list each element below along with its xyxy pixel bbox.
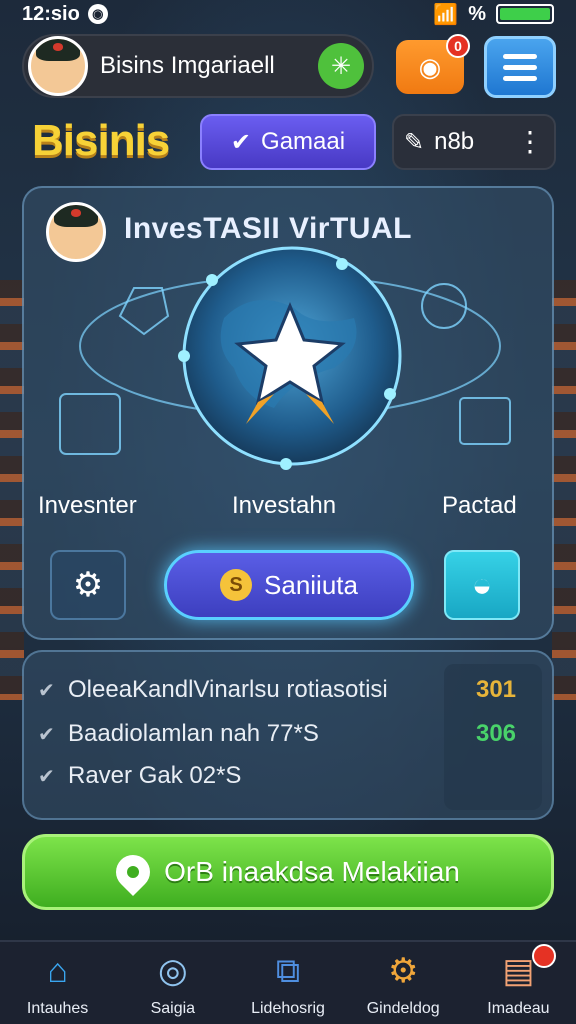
list-item[interactable]: ✔ Baadiolamlan nah 77*S 306 bbox=[38, 720, 538, 748]
card-avatar bbox=[46, 202, 106, 262]
right-wall-decoration bbox=[552, 280, 576, 700]
profile-pill[interactable]: Bisins Imgariaell ✳ bbox=[22, 34, 374, 98]
status-time: 12:sio bbox=[22, 2, 80, 25]
brand-title: Bisinis bbox=[32, 116, 170, 165]
nav-item-home[interactable]: ⌂ Intauhes bbox=[0, 942, 115, 1024]
gear-icon: ⚙ bbox=[72, 566, 104, 604]
list-item-value: 301 bbox=[475, 676, 517, 703]
wrench-icon: ✎ bbox=[404, 128, 425, 156]
menu-line bbox=[503, 64, 537, 70]
home-icon: ⌂ bbox=[47, 951, 68, 990]
percent-icon: % bbox=[468, 2, 486, 25]
notification-button[interactable]: ◉ 0 bbox=[396, 34, 470, 94]
nav-item-building[interactable]: ⚙ Gindeldog bbox=[346, 942, 461, 1024]
column-label-investahn: Investahn bbox=[232, 492, 337, 519]
status-chip[interactable]: ✎ n8b ⋮ bbox=[392, 114, 556, 170]
battery-icon bbox=[496, 4, 554, 24]
checkmark-icon: ✔ bbox=[230, 128, 252, 156]
menu-line bbox=[503, 53, 537, 59]
check-icon: ✔ bbox=[38, 679, 55, 702]
sync-icon: ◉ bbox=[87, 4, 108, 24]
inbox-badge bbox=[532, 944, 557, 968]
list-item-label: Baadiolamlan nah 77*S bbox=[68, 720, 319, 747]
shield-icon: ◒ bbox=[471, 565, 493, 604]
menu-line bbox=[503, 75, 537, 81]
nav-label: Saigia bbox=[150, 1000, 196, 1017]
menu-button[interactable] bbox=[484, 36, 556, 98]
notification-badge: 0 bbox=[446, 34, 470, 58]
nav-item-puzzle[interactable]: ⧉ Lidehosrig bbox=[230, 942, 345, 1024]
list-item-label: OleeaKandlVinarlsu rotiasotisi bbox=[68, 676, 388, 703]
chip-label: n8b bbox=[434, 128, 475, 155]
search-icon: ◎ bbox=[157, 952, 188, 990]
player-avatar[interactable] bbox=[28, 36, 88, 96]
list-item[interactable]: ✔ OleeaKandlVinarlsu rotiasotisi 301 bbox=[38, 676, 538, 704]
profile-name: Bisins Imgariaell bbox=[100, 52, 275, 79]
building-icon: ⚙ bbox=[387, 952, 419, 990]
puzzle-icon: ⧉ bbox=[275, 951, 301, 990]
bottom-navigation: ⌂ Intauhes ◎ Saigia ⧉ Lidehosrig ⚙ Ginde… bbox=[0, 940, 576, 1024]
coin-icon: S bbox=[220, 569, 253, 601]
check-icon: ✔ bbox=[38, 765, 55, 788]
card-title: InvesTASII VirTUAL bbox=[124, 212, 412, 245]
status-bar: 12:sio ◉ 📶 % bbox=[0, 0, 576, 28]
leaf-icon[interactable]: ✳ bbox=[318, 43, 364, 89]
gear-tools-tile[interactable]: ⚙ bbox=[50, 550, 126, 620]
more-options-icon[interactable]: ⋮ bbox=[516, 128, 544, 156]
nav-item-search[interactable]: ◎ Saigia bbox=[115, 942, 230, 1024]
column-label-invest: Invesnter bbox=[38, 492, 137, 519]
mode-button-label: Gamaai bbox=[261, 128, 346, 155]
sanliuta-button[interactable]: S Saniiuta bbox=[164, 550, 414, 620]
shield-tile[interactable]: ◒ bbox=[444, 550, 520, 620]
check-icon: ✔ bbox=[38, 723, 55, 746]
investment-card: InvesTASII VirTUAL Invesnter Investahn P… bbox=[22, 186, 554, 640]
cta-label: Saniiuta bbox=[264, 569, 358, 600]
stats-panel: ✔ OleeaKandlVinarlsu rotiasotisi 301 ✔ B… bbox=[22, 650, 554, 820]
list-item[interactable]: ✔ Raver Gak 02*S bbox=[38, 762, 538, 790]
location-pin-icon: ◉ bbox=[418, 51, 442, 82]
nav-label: Lidehosrig bbox=[251, 1000, 325, 1017]
nav-item-inbox[interactable]: ▤ Imadeau bbox=[461, 942, 576, 1024]
main-action-button[interactable]: OrB inaakdsa Melakiian bbox=[22, 834, 554, 910]
nav-label: Intauhes bbox=[26, 1000, 89, 1017]
mode-button[interactable]: ✔ Gamaai bbox=[200, 114, 376, 170]
wifi-icon: 📶 bbox=[433, 3, 459, 26]
main-action-label: OrB inaakdsa Melakiian bbox=[164, 856, 460, 887]
nav-label: Imadeau bbox=[487, 1000, 550, 1017]
left-wall-decoration bbox=[0, 280, 24, 700]
nav-label: Gindeldog bbox=[366, 1000, 440, 1017]
list-item-label: Raver Gak 02*S bbox=[68, 762, 242, 789]
column-label-pactad: Pactad bbox=[442, 492, 517, 519]
list-item-value: 306 bbox=[475, 720, 517, 747]
location-pin-icon bbox=[109, 847, 158, 897]
